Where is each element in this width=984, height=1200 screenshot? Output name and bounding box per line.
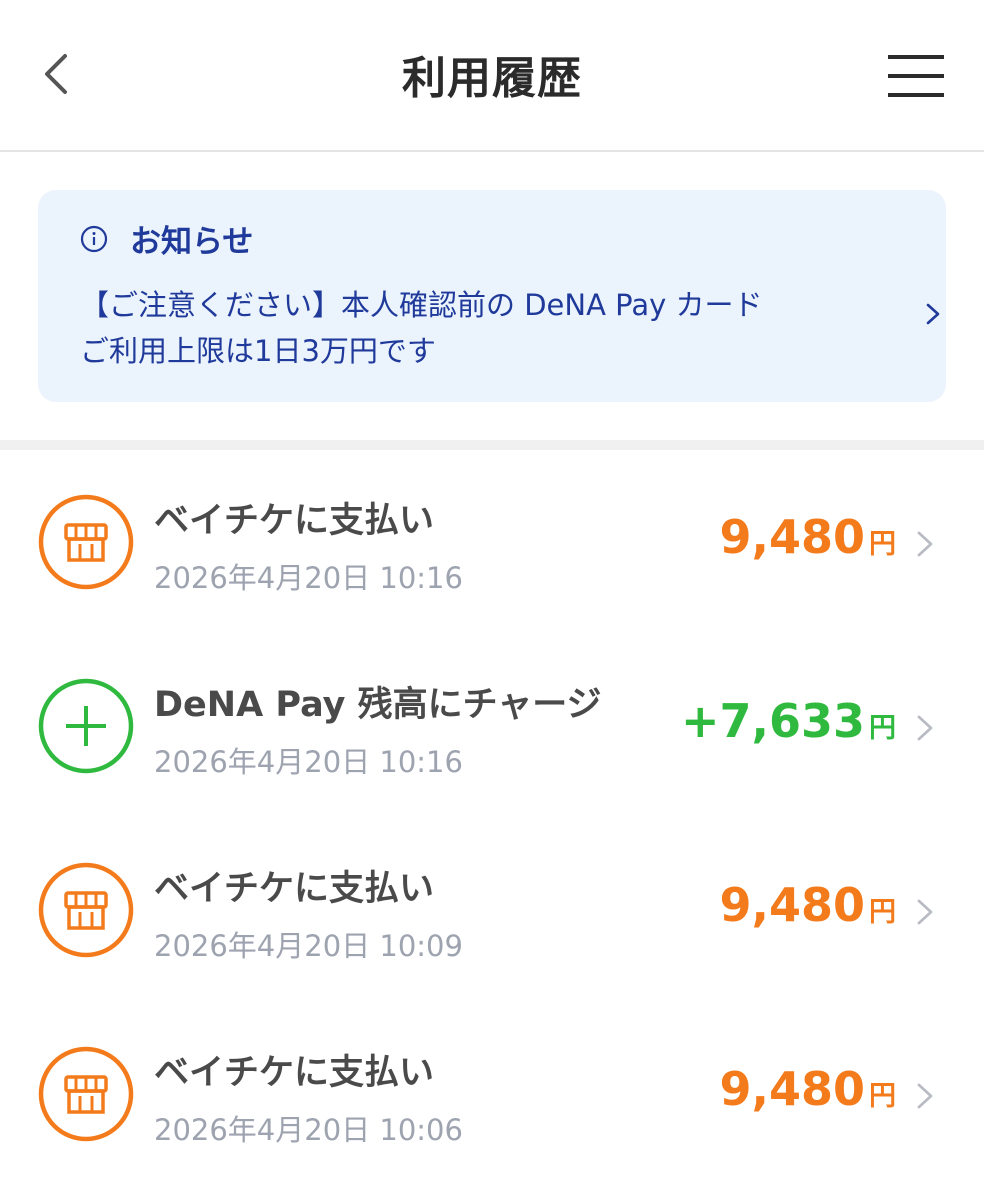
plus-circle-icon (38, 678, 134, 774)
transaction-row[interactable]: ベイチケに支払い 2026年4月20日 10:06 9,480 円 (0, 1002, 984, 1186)
app-header: 利用履歴 (0, 0, 984, 152)
transaction-date: 2026年4月20日 10:16 (154, 745, 463, 779)
store-icon (38, 862, 134, 958)
transaction-title: DeNA Pay 残高にチャージ (154, 685, 602, 725)
transaction-currency: 円 (869, 529, 896, 560)
chevron-right-icon (917, 531, 933, 557)
transaction-title: ベイチケに支払い (154, 1053, 435, 1093)
store-icon (38, 494, 134, 590)
transaction-amount-value: +7,633 (680, 694, 865, 748)
page-title: 利用履歴 (402, 53, 582, 104)
notice-message: 【ご注意ください】本人確認前の DeNA Pay カード ご利用上限は1日3万円… (80, 282, 860, 374)
transaction-amount-value: 9,480 (719, 878, 865, 932)
section-divider (0, 440, 984, 450)
transaction-date: 2026年4月20日 10:06 (154, 1113, 463, 1147)
notice-banner[interactable]: お知らせ 【ご注意ください】本人確認前の DeNA Pay カード ご利用上限は… (38, 190, 946, 402)
transaction-date: 2026年4月20日 10:16 (154, 561, 463, 595)
chevron-right-icon (917, 715, 933, 741)
transaction-row[interactable]: ベイチケに支払い 2026年4月20日 10:16 9,480 円 (0, 450, 984, 634)
transaction-amount-value: 9,480 (719, 510, 865, 564)
transaction-amount: 9,480 円 (719, 1062, 896, 1116)
chevron-right-icon (917, 899, 933, 925)
transaction-title: ベイチケに支払い (154, 501, 435, 541)
chevron-right-icon (917, 1083, 933, 1109)
transaction-amount-value: 9,480 (719, 1062, 865, 1116)
notice-title: お知らせ (130, 224, 254, 260)
transaction-row[interactable]: DeNA Pay 残高にチャージ 2026年4月20日 10:16 +7,633… (0, 634, 984, 818)
notice-message-line-1: 【ご注意ください】本人確認前の DeNA Pay カード (80, 288, 763, 322)
info-icon (80, 225, 108, 253)
transaction-currency: 円 (869, 1081, 896, 1112)
transaction-currency: 円 (869, 897, 896, 928)
menu-button[interactable] (880, 46, 952, 106)
transaction-title: ベイチケに支払い (154, 869, 435, 909)
transaction-amount: 9,480 円 (719, 510, 896, 564)
store-icon (38, 1046, 134, 1142)
notice-heading: お知らせ (80, 216, 253, 261)
transaction-currency: 円 (869, 713, 896, 744)
hamburger-menu-icon (888, 55, 944, 97)
notice-message-line-2: ご利用上限は1日3万円です (80, 334, 436, 368)
transaction-date: 2026年4月20日 10:09 (154, 929, 463, 963)
chevron-right-icon (926, 303, 940, 325)
transaction-amount: +7,633 円 (681, 694, 896, 748)
transaction-row[interactable]: ベイチケに支払い 2026年4月20日 10:09 9,480 円 (0, 818, 984, 1002)
transaction-amount: 9,480 円 (719, 878, 896, 932)
